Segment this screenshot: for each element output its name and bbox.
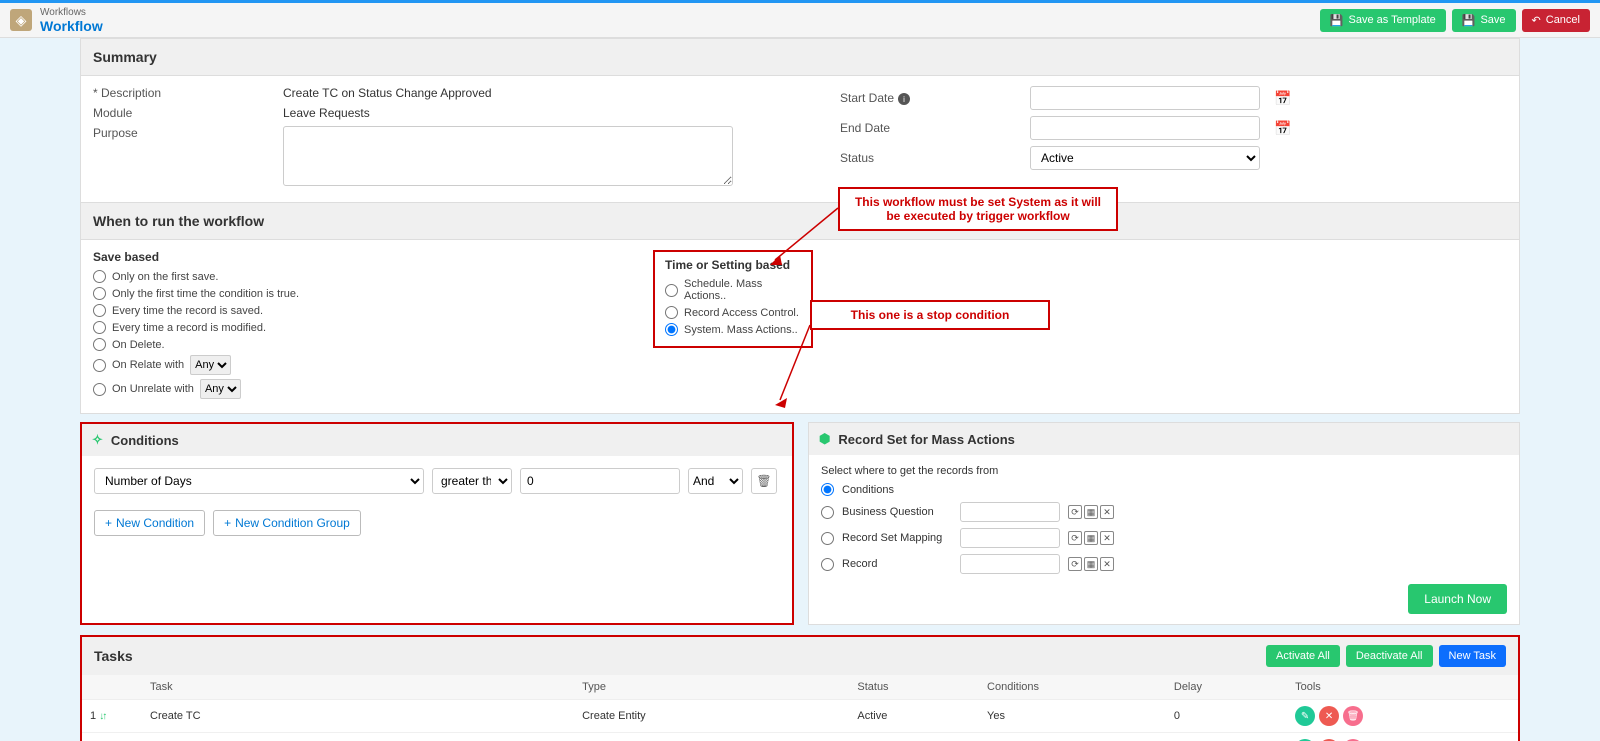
status-select[interactable]: Active xyxy=(1030,146,1260,170)
condition-operator-select[interactable]: greater than xyxy=(432,468,512,494)
undo-icon: ↶ xyxy=(1532,14,1541,27)
recordset-icon: ⬢ xyxy=(819,431,830,447)
callout-stop-condition: This one is a stop condition xyxy=(810,300,1050,330)
plus-icon: + xyxy=(105,516,112,530)
table-row[interactable]: 2 ↓↑Update Number of Days fieldUpdate Fi… xyxy=(82,733,1518,741)
conditions-icon: ✧ xyxy=(92,432,103,448)
module-label: Module xyxy=(93,106,273,120)
radio-on-unrelate[interactable] xyxy=(93,383,106,396)
radio-on-relate[interactable] xyxy=(93,359,106,372)
trash-icon: 🗑 xyxy=(756,474,771,488)
rs-record-input[interactable] xyxy=(960,554,1060,574)
clear-icon[interactable]: ✕ xyxy=(1100,557,1114,571)
info-icon[interactable]: i xyxy=(898,93,910,105)
when-to-run-title: When to run the workflow xyxy=(81,203,1519,240)
callout-system: This workflow must be set System as it w… xyxy=(838,187,1118,231)
recordset-title: Record Set for Mass Actions xyxy=(838,432,1015,447)
end-date-label: End Date xyxy=(840,121,1020,135)
refresh-icon[interactable]: ⟳ xyxy=(1068,557,1082,571)
purpose-label: Purpose xyxy=(93,126,273,140)
condition-andor-select[interactable]: And xyxy=(688,468,743,494)
condition-value-input[interactable] xyxy=(520,468,680,494)
purpose-input[interactable] xyxy=(283,126,733,186)
conditions-title: Conditions xyxy=(111,433,179,448)
conditions-section: ✧Conditions Number of Days greater than … xyxy=(80,422,794,625)
unrelate-select[interactable]: Any xyxy=(200,379,241,399)
delete-icon[interactable]: 🗑 xyxy=(1343,706,1363,726)
plus-icon: + xyxy=(224,516,231,530)
refresh-icon[interactable]: ⟳ xyxy=(1068,531,1082,545)
page-title: Workflow xyxy=(40,18,103,34)
calendar-icon[interactable]: 📅 xyxy=(1274,90,1291,107)
open-icon[interactable]: ▦ xyxy=(1084,557,1098,571)
save-as-template-button[interactable]: 💾Save as Template xyxy=(1320,9,1446,32)
calendar-icon[interactable]: 📅 xyxy=(1274,120,1291,137)
clear-icon[interactable]: ✕ xyxy=(1100,531,1114,545)
topbar: ◈ Workflows Workflow 💾Save as Template 💾… xyxy=(0,0,1600,38)
save-icon: 💾 xyxy=(1330,14,1344,27)
status-label: Status xyxy=(840,151,1020,165)
open-icon[interactable]: ▦ xyxy=(1084,531,1098,545)
when-to-run-section: When to run the workflow Save based Only… xyxy=(80,203,1520,414)
tasks-section: Tasks Activate All Deactivate All New Ta… xyxy=(80,635,1520,741)
breadcrumb: Workflows xyxy=(40,7,103,18)
open-icon[interactable]: ▦ xyxy=(1084,505,1098,519)
save-based-title: Save based xyxy=(93,250,473,264)
tasks-title: Tasks xyxy=(94,648,133,664)
radio-first-save[interactable] xyxy=(93,270,106,283)
sort-icon[interactable]: ↓↑ xyxy=(99,711,105,722)
rs-radio-bq[interactable] xyxy=(821,506,834,519)
delete-condition-button[interactable]: 🗑 xyxy=(751,468,777,494)
cancel-button[interactable]: ↶Cancel xyxy=(1522,9,1590,32)
recordset-section: ⬢ Record Set for Mass Actions Select wher… xyxy=(808,422,1520,625)
module-value: Leave Requests xyxy=(283,106,760,120)
radio-every-save[interactable] xyxy=(93,304,106,317)
description-value: Create TC on Status Change Approved xyxy=(283,86,760,100)
radio-system[interactable] xyxy=(665,323,678,336)
app-icon: ◈ xyxy=(10,9,32,31)
table-row[interactable]: 1 ↓↑Create TCCreate EntityActiveYes0✎✕🗑 xyxy=(82,700,1518,733)
save-icon: 💾 xyxy=(1462,14,1476,27)
summary-title: Summary xyxy=(81,39,1519,76)
deactivate-all-button[interactable]: Deactivate All xyxy=(1346,645,1433,667)
save-button[interactable]: 💾Save xyxy=(1452,9,1516,32)
time-based-title: Time or Setting based xyxy=(665,258,801,272)
new-condition-group-button[interactable]: +New Condition Group xyxy=(213,510,361,536)
rs-radio-mapping[interactable] xyxy=(821,532,834,545)
launch-now-button[interactable]: Launch Now xyxy=(1408,584,1507,614)
start-date-label: Start Datei xyxy=(840,91,1020,106)
new-task-button[interactable]: New Task xyxy=(1439,645,1506,667)
activate-all-button[interactable]: Activate All xyxy=(1266,645,1340,667)
recordset-hint: Select where to get the records from xyxy=(821,465,1507,477)
radio-schedule[interactable] xyxy=(665,284,678,297)
relate-select[interactable]: Any xyxy=(190,355,231,375)
rs-radio-record[interactable] xyxy=(821,558,834,571)
refresh-icon[interactable]: ⟳ xyxy=(1068,505,1082,519)
condition-field-select[interactable]: Number of Days xyxy=(94,468,424,494)
radio-every-modify[interactable] xyxy=(93,321,106,334)
radio-first-condition[interactable] xyxy=(93,287,106,300)
description-label: Description xyxy=(93,86,273,100)
new-condition-button[interactable]: +New Condition xyxy=(94,510,205,536)
clear-icon[interactable]: ✕ xyxy=(1100,505,1114,519)
start-date-input[interactable] xyxy=(1030,86,1260,110)
edit-icon[interactable]: ✎ xyxy=(1295,706,1315,726)
tasks-table: Task Type Status Conditions Delay Tools … xyxy=(82,675,1518,741)
rs-bq-input[interactable] xyxy=(960,502,1060,522)
rs-radio-conditions[interactable] xyxy=(821,483,834,496)
rs-mapping-input[interactable] xyxy=(960,528,1060,548)
time-based-box: Time or Setting based Schedule. Mass Act… xyxy=(653,250,813,348)
summary-section: Summary Description Create TC on Status … xyxy=(80,38,1520,203)
radio-record-access[interactable] xyxy=(665,306,678,319)
end-date-input[interactable] xyxy=(1030,116,1260,140)
disable-icon[interactable]: ✕ xyxy=(1319,706,1339,726)
radio-on-delete[interactable] xyxy=(93,338,106,351)
